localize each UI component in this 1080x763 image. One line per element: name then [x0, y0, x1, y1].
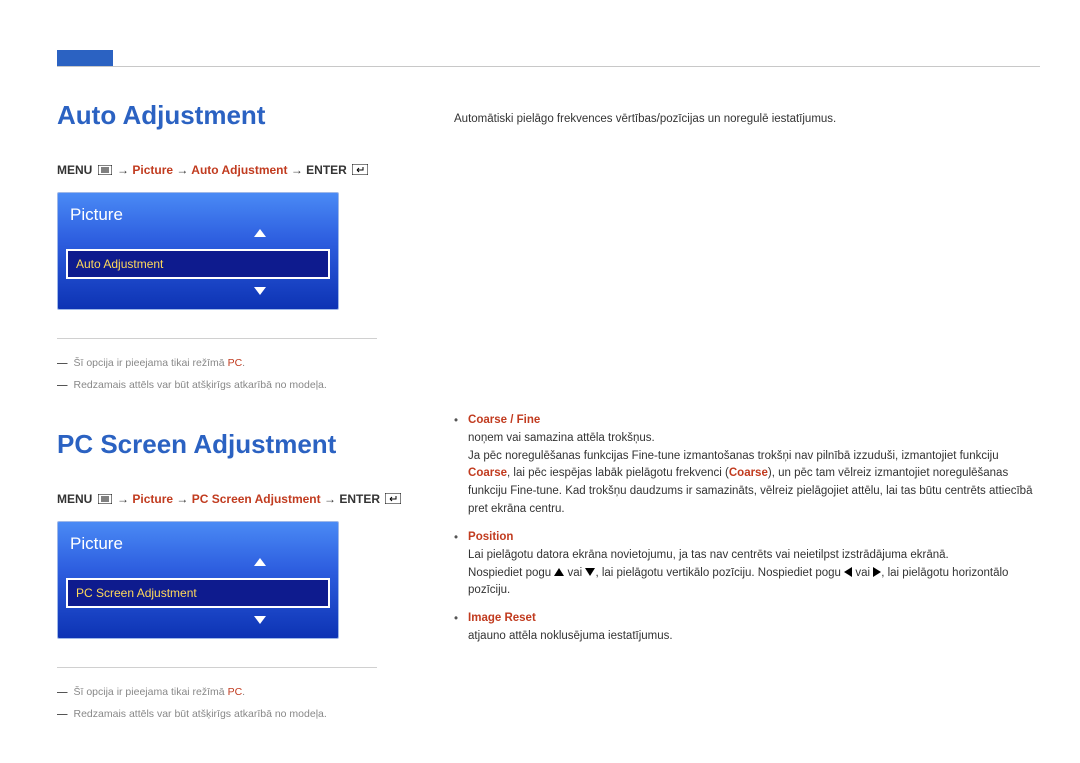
- osd-arrow-down-icon[interactable]: [254, 287, 266, 295]
- osd-selected-item[interactable]: Auto Adjustment: [66, 249, 330, 279]
- bullet-title: Position: [468, 529, 1040, 547]
- note-text: Redzamais attēls var būt atšķirīgs atkar…: [74, 708, 327, 720]
- bullet-title: Coarse / Fine: [468, 412, 1040, 430]
- note-dash: ―: [57, 708, 68, 720]
- crumb-pc-screen-adjustment: PC Screen Adjustment: [192, 492, 321, 506]
- menu-icon: [98, 493, 112, 507]
- enter-icon: [385, 493, 401, 507]
- menu-label: MENU: [57, 163, 92, 177]
- osd-panel-auto-adjustment: Picture Auto Adjustment: [57, 192, 339, 310]
- bullet-text: Lai pielāgotu datora ekrāna novietojumu,…: [468, 547, 1040, 600]
- osd-arrow-down-icon[interactable]: [254, 616, 266, 624]
- bullet-text: atjauno attēla noklusējuma iestatījumus.: [468, 628, 1040, 646]
- page-top-rule: [57, 66, 1040, 67]
- note-row: ― Redzamais attēls var būt atšķirīgs atk…: [57, 379, 377, 391]
- bullet-text: noņem vai samazina attēla trokšņus. Ja p…: [468, 430, 1040, 519]
- triangle-up-icon: [554, 568, 564, 576]
- note-row: ― Redzamais attēls var būt atšķirīgs atk…: [57, 708, 377, 720]
- bullet-coarse-fine: • Coarse / Fine noņem vai samazina attēl…: [454, 412, 1040, 519]
- note-row: ― Šī opcija ir pieejama tikai režīmā PC.: [57, 357, 377, 369]
- bullet-image-reset: • Image Reset atjauno attēla noklusējuma…: [454, 610, 1040, 646]
- crumb-picture: Picture: [132, 492, 173, 506]
- triangle-down-icon: [585, 568, 595, 576]
- crumb-auto-adjustment: Auto Adjustment: [191, 163, 287, 177]
- body-list-pc-screen: • Coarse / Fine noņem vai samazina attēl…: [454, 412, 1040, 656]
- osd-selected-item[interactable]: PC Screen Adjustment: [66, 578, 330, 608]
- notes-pc-screen: ― Šī opcija ir pieejama tikai režīmā PC.…: [57, 667, 377, 720]
- enter-label: ENTER: [306, 163, 347, 177]
- body-text-auto-adjustment: Automātiski pielāgo frekvences vērtības/…: [454, 110, 1040, 128]
- bullet-dot-icon: •: [454, 610, 458, 646]
- bullet-position: • Position Lai pielāgotu datora ekrāna n…: [454, 529, 1040, 600]
- note-dash: ―: [57, 379, 68, 391]
- bullet-dot-icon: •: [454, 529, 458, 600]
- enter-label: ENTER: [339, 492, 380, 506]
- triangle-left-icon: [844, 567, 852, 577]
- notes-auto-adjustment: ― Šī opcija ir pieejama tikai režīmā PC.…: [57, 338, 377, 391]
- note-dash: ―: [57, 357, 68, 369]
- menu-label: MENU: [57, 492, 92, 506]
- note-dash: ―: [57, 686, 68, 698]
- osd-title: Picture: [58, 201, 338, 229]
- note-row: ― Šī opcija ir pieejama tikai režīmā PC.: [57, 686, 377, 698]
- note-text: Šī opcija ir pieejama tikai režīmā PC.: [74, 357, 246, 369]
- osd-arrow-up-icon[interactable]: [254, 558, 266, 566]
- note-text: Šī opcija ir pieejama tikai režīmā PC.: [74, 686, 246, 698]
- osd-panel-pc-screen: Picture PC Screen Adjustment: [57, 521, 339, 639]
- enter-icon: [352, 164, 368, 178]
- osd-arrow-up-icon[interactable]: [254, 229, 266, 237]
- section-auto-adjustment: Auto Adjustment MENU → Picture → Auto Ad…: [57, 100, 1040, 391]
- crumb-picture: Picture: [132, 163, 173, 177]
- bullet-title: Image Reset: [468, 610, 1040, 628]
- bullet-dot-icon: •: [454, 412, 458, 519]
- note-text: Redzamais attēls var būt atšķirīgs atkar…: [74, 379, 327, 391]
- osd-title: Picture: [58, 530, 338, 558]
- menu-path-auto-adjustment: MENU → Picture → Auto Adjustment → ENTER: [57, 163, 1040, 178]
- menu-icon: [98, 164, 112, 178]
